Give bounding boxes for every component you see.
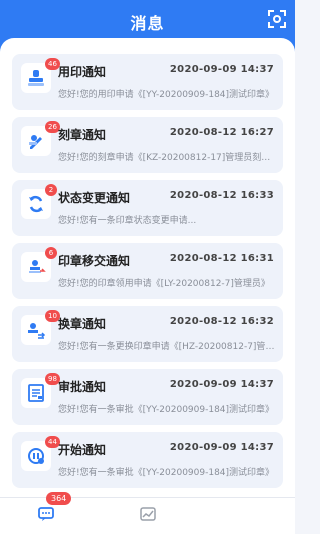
message-time: 2020-09-09 14:37 <box>169 64 274 75</box>
message-preview: 您好!您有一条审批《[YY-20200909-184]测试印章》 <box>58 468 275 478</box>
message-card-stamp[interactable]: 46 用印通知 2020-09-09 14:37 您好!您的用印申请《[YY-2… <box>12 54 283 110</box>
message-title: 状态变更通知 <box>58 191 131 205</box>
message-card-status-change[interactable]: 2 状态变更通知 2020-08-12 16:33 您好!您有一条印章状态变更申… <box>12 180 283 236</box>
chart-icon <box>140 507 156 521</box>
message-preview: 您好!您有一条印章状态变更申请... <box>58 216 197 226</box>
chat-icon <box>38 507 54 521</box>
unread-badge: 6 <box>45 247 57 259</box>
message-card-transfer[interactable]: 6 印章移交通知 2020-08-12 16:31 您好!您的印章领用申请《[L… <box>12 243 283 299</box>
message-time: 2020-08-12 16:31 <box>169 253 274 264</box>
message-preview: 您好!您有一条更换印章申请《[HZ-20200812-7]管理员》 <box>58 342 276 352</box>
message-title: 用印通知 <box>58 65 107 79</box>
message-card-replace[interactable]: 10 换章通知 2020-08-12 16:32 您好!您有一条更换印章申请《[… <box>12 306 283 362</box>
message-list: 46 用印通知 2020-09-09 14:37 您好!您的用印申请《[YY-2… <box>0 38 295 497</box>
message-title: 开始通知 <box>58 443 107 457</box>
message-preview: 您好!您的印章领用申请《[LY-20200812-7]管理员》 <box>58 279 270 289</box>
message-time: 2020-08-12 16:33 <box>169 190 274 201</box>
message-preview: 您好!您有一条审批《[YY-20200909-184]测试印章》 <box>58 405 275 415</box>
message-title: 刻章通知 <box>58 128 107 142</box>
message-preview: 您好!您的刻章申请《[KZ-20200812-17]管理员刻章》 <box>58 153 276 163</box>
message-time: 2020-09-09 14:37 <box>169 442 274 453</box>
scan-button[interactable] <box>267 9 287 29</box>
unread-badge: 2 <box>45 184 57 196</box>
message-count-badge: 364 <box>46 492 72 505</box>
message-time: 2020-09-09 14:37 <box>169 379 274 390</box>
stats-tab[interactable] <box>140 506 156 522</box>
message-title: 印章移交通知 <box>58 254 131 268</box>
message-card-start[interactable]: 44 开始通知 2020-09-09 14:37 您好!您有一条审批《[YY-2… <box>12 432 283 488</box>
messages-tab[interactable] <box>38 506 54 522</box>
message-title: 审批通知 <box>58 380 107 394</box>
bottom-nav: 364 <box>0 492 295 534</box>
scan-icon <box>268 10 286 28</box>
message-preview: 您好!您的用印申请《[YY-20200909-184]测试印章》 <box>58 90 275 100</box>
message-card-engrave[interactable]: 26 刻章通知 2020-08-12 16:27 您好!您的刻章申请《[KZ-2… <box>12 117 283 173</box>
message-card-approval[interactable]: 98 审批通知 2020-09-09 14:37 您好!您有一条审批《[YY-2… <box>12 369 283 425</box>
message-time: 2020-08-12 16:27 <box>169 127 274 138</box>
page-title: 消息 <box>130 14 165 33</box>
message-title: 换章通知 <box>58 317 107 331</box>
message-time: 2020-08-12 16:32 <box>169 316 274 327</box>
